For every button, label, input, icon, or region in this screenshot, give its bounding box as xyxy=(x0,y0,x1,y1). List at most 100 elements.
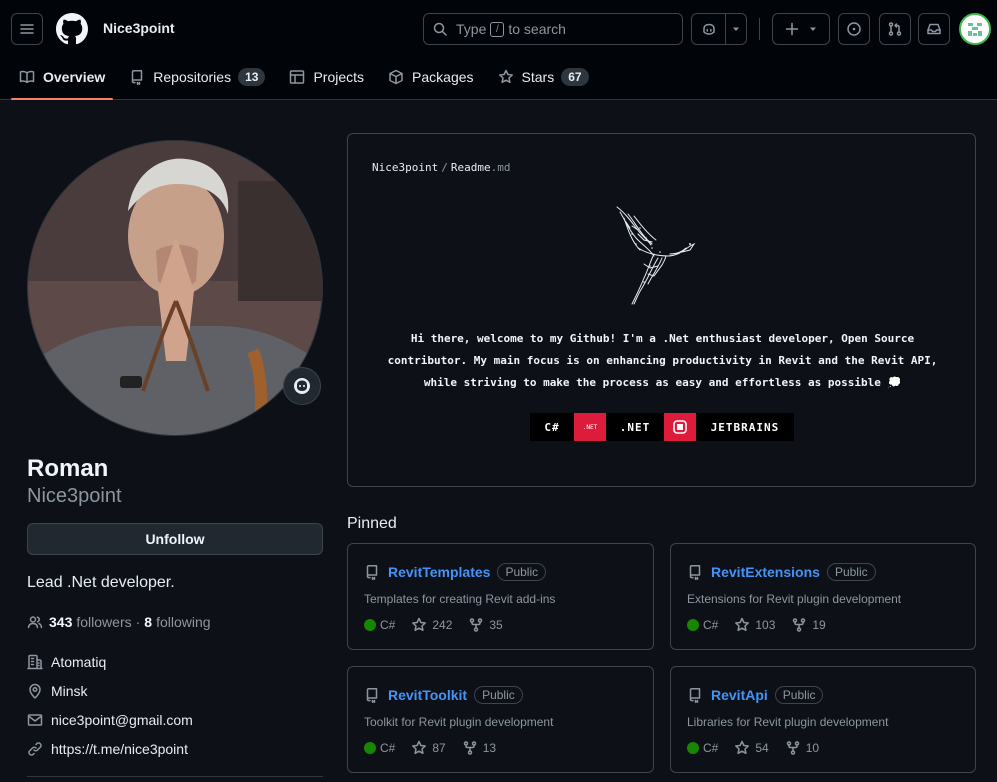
copilot-button[interactable] xyxy=(692,14,726,44)
tab-label: Packages xyxy=(412,69,474,85)
language-label: C# xyxy=(703,618,719,632)
table-icon xyxy=(290,70,305,84)
jetbrains-logo-badge[interactable] xyxy=(664,413,696,441)
create-new-button[interactable] xyxy=(772,13,830,45)
repo-name-link[interactable]: RevitExtensions xyxy=(711,564,820,580)
profile-readme: Nice3point / Readme.md Hi there, welcome… xyxy=(347,133,976,487)
website-link[interactable]: https://t.me/nice3point xyxy=(51,741,188,757)
star-icon xyxy=(412,740,427,755)
company-name[interactable]: Atomatiq xyxy=(51,654,106,670)
repo-stars[interactable]: 54 xyxy=(734,740,769,756)
followers-label[interactable]: followers xyxy=(76,614,131,630)
inbox-button[interactable] xyxy=(918,13,950,45)
repo-stars[interactable]: 103 xyxy=(734,617,775,633)
follow-stats: 343 followers · 8 following xyxy=(27,614,211,630)
star-icon xyxy=(412,617,427,632)
pinned-repo-card: RevitToolkit Public Toolkit for Revit pl… xyxy=(347,666,654,773)
readme-owner[interactable]: Nice3point xyxy=(372,161,438,174)
repo-forks[interactable]: 10 xyxy=(785,740,819,756)
unfollow-button[interactable]: Unfollow xyxy=(27,523,323,555)
readme-intro: Hi there, welcome to my Github! I'm a .N… xyxy=(368,328,957,394)
stars-count: 242 xyxy=(432,618,453,632)
tab-repositories[interactable]: Repositories 13 xyxy=(121,58,273,96)
pinned-heading: Pinned xyxy=(347,515,397,532)
repo-stars[interactable]: 242 xyxy=(411,617,452,633)
repo-name-link[interactable]: RevitToolkit xyxy=(388,687,467,703)
dotnet-badge[interactable]: .NET xyxy=(606,413,664,441)
user-avatar[interactable] xyxy=(959,13,991,45)
menu-button[interactable] xyxy=(11,13,43,45)
readme-extension: .md xyxy=(490,161,511,174)
repo-meta: C# 242 35 xyxy=(364,617,519,633)
language-color-dot xyxy=(687,742,699,754)
star-icon xyxy=(498,69,513,84)
repo-icon xyxy=(366,564,378,580)
dove-icon xyxy=(614,204,698,306)
repo-icon xyxy=(132,69,143,85)
pinned-repo-card: RevitApi Public Libraries for Revit plug… xyxy=(670,666,976,773)
language-label: C# xyxy=(703,741,719,755)
search-shortcut-key: / xyxy=(490,21,505,37)
profile-avatar[interactable] xyxy=(27,140,323,436)
dotnet-logo-badge[interactable]: .NET xyxy=(574,413,606,441)
repo-meta: C# 103 19 xyxy=(687,617,842,633)
fork-icon xyxy=(463,741,476,755)
pull-requests-button[interactable] xyxy=(879,13,911,45)
tab-packages[interactable]: Packages xyxy=(380,58,481,96)
package-icon xyxy=(389,69,403,85)
repo-name-link[interactable]: RevitTemplates xyxy=(388,564,490,580)
forks-count: 13 xyxy=(482,741,497,755)
tab-projects[interactable]: Projects xyxy=(281,58,372,96)
visibility-badge: Public xyxy=(474,686,523,704)
repo-language: C# xyxy=(364,618,395,632)
profile-login: Nice3point xyxy=(27,485,122,507)
repo-stars[interactable]: 87 xyxy=(411,740,446,756)
copilot-dropdown[interactable] xyxy=(726,14,746,44)
global-header: Nice3point Type / to search Overview Rep… xyxy=(0,0,997,100)
repo-name-link[interactable]: RevitApi xyxy=(711,687,768,703)
repo-description: Toolkit for Revit plugin development xyxy=(364,715,554,729)
search-input[interactable]: Type / to search xyxy=(423,13,683,45)
tab-overview[interactable]: Overview xyxy=(11,58,114,100)
location-icon xyxy=(29,683,41,699)
jetbrains-badge[interactable]: JETBRAINS xyxy=(696,413,794,441)
repo-forks[interactable]: 13 xyxy=(462,740,496,756)
forks-count: 19 xyxy=(812,618,826,632)
fork-icon xyxy=(793,618,806,632)
repo-language: C# xyxy=(687,741,718,755)
github-logo-icon[interactable] xyxy=(56,13,88,45)
issues-button[interactable] xyxy=(838,13,870,45)
readme-file[interactable]: Readme xyxy=(451,161,491,174)
inbox-icon xyxy=(927,23,941,35)
context-username[interactable]: Nice3point xyxy=(103,20,175,36)
tab-label: Overview xyxy=(43,69,106,85)
path-slash: / xyxy=(441,161,448,174)
search-icon xyxy=(433,22,447,36)
repo-icon xyxy=(689,564,701,580)
visibility-badge: Public xyxy=(826,563,876,581)
language-color-dot xyxy=(687,619,699,631)
email-link[interactable]: nice3point@gmail.com xyxy=(51,712,193,728)
following-label[interactable]: following xyxy=(156,614,210,630)
issue-opened-icon xyxy=(847,22,861,36)
tab-label: Projects xyxy=(313,69,365,85)
repo-language: C# xyxy=(364,741,395,755)
status-button[interactable] xyxy=(283,367,321,405)
link-icon xyxy=(28,742,42,756)
following-count[interactable]: 8 xyxy=(144,614,152,630)
followers-count[interactable]: 343 xyxy=(49,614,72,630)
mail-icon xyxy=(27,714,43,726)
visibility-badge: Public xyxy=(497,563,547,581)
profile-bio: Lead .Net developer. xyxy=(27,574,175,591)
profile-photo xyxy=(28,141,322,435)
plus-icon xyxy=(785,22,799,36)
csharp-badge[interactable]: C# xyxy=(530,413,574,441)
repo-forks[interactable]: 35 xyxy=(468,617,503,633)
tab-stars[interactable]: Stars 67 xyxy=(490,58,597,96)
forks-count: 10 xyxy=(805,741,820,755)
stars-count: 67 xyxy=(561,68,589,86)
pinned-repo-card: RevitTemplates Public Templates for crea… xyxy=(347,543,654,650)
repo-forks[interactable]: 19 xyxy=(791,617,826,633)
profile-tabs: Overview Repositories 13 Projects Packag… xyxy=(11,58,605,100)
profile-full-name: Roman xyxy=(27,455,109,482)
